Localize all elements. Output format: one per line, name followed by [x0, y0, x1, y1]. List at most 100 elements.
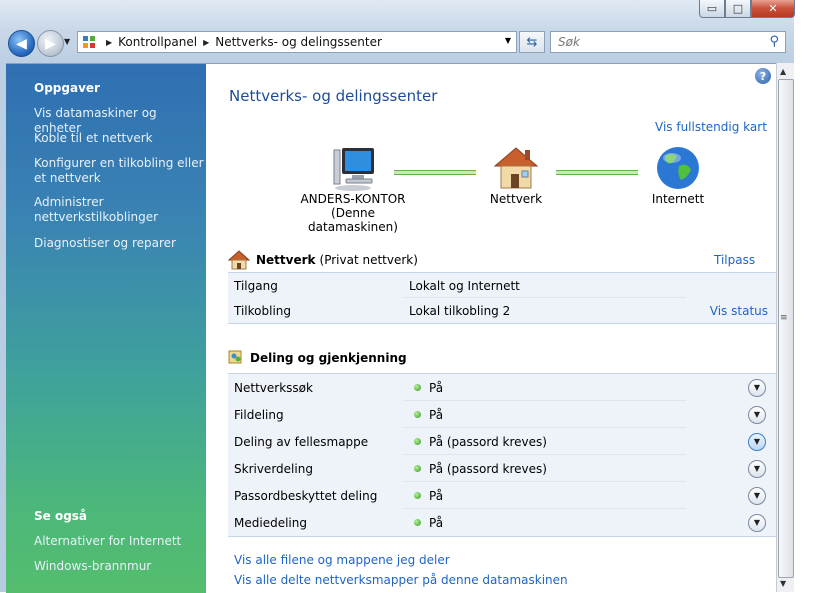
network-house-icon [228, 250, 250, 270]
network-row-access: Tilgang Lokalt og Internett [228, 273, 776, 298]
sharing-section-header: Deling og gjenkjenning [228, 350, 407, 366]
network-section-header: Nettverk (Privat nettverk) [228, 250, 418, 270]
chevron-down-icon: ▼ [753, 383, 761, 392]
expand-public-folder-sharing-button[interactable]: ▼ [748, 432, 766, 451]
recent-pages-dropdown[interactable]: ▼ [64, 37, 70, 46]
task-diagnose-repair[interactable]: Diagnostiser og reparer [34, 236, 204, 251]
main-pane: ? Nettverks- og delingssenter Vis fullst… [206, 64, 776, 593]
access-label: Tilgang [234, 278, 278, 293]
breadcrumb-separator-icon[interactable]: ▶ [203, 38, 209, 47]
status-on-icon [414, 438, 421, 445]
task-connect-network[interactable]: Koble til et nettverk [34, 131, 204, 146]
network-node-label: Nettverk [489, 192, 543, 206]
customize-link[interactable]: Tilpass [714, 253, 755, 267]
connection-label: Tilkobling [234, 303, 291, 318]
address-dropdown-icon[interactable]: ▼ [505, 36, 511, 45]
expand-network-discovery-button[interactable]: ▼ [748, 378, 766, 397]
task-setup-connection[interactable]: Konfigurer en tilkobling eller et nettve… [34, 156, 204, 186]
house-icon [493, 147, 539, 189]
sharing-row: Fildeling På ▼ [228, 401, 776, 428]
map-link-line [394, 170, 476, 175]
network-discovery-label: Nettverkssøk [234, 380, 313, 395]
printer-sharing-value: På (passord kreves) [429, 461, 547, 476]
see-also-heading: Se også [34, 509, 88, 523]
network-type: (Privat nettverk) [319, 253, 418, 267]
address-bar[interactable]: ▶ Kontrollpanel ▶ Nettverks- og delingss… [77, 31, 517, 53]
scroll-up-icon[interactable]: ▲ [780, 67, 786, 76]
see-also-internet-options[interactable]: Alternativer for Internett [34, 534, 204, 549]
view-my-shared-files-link[interactable]: Vis alle filene og mappene jeg deler [234, 553, 450, 567]
public-folder-sharing-label: Deling av fellesmappe [234, 434, 369, 449]
breadcrumb-network-center[interactable]: Nettverks- og delingssenter [215, 35, 382, 49]
sharing-row: Skriverdeling På (passord kreves) ▼ [228, 455, 776, 482]
scroll-down-icon[interactable]: ▼ [780, 579, 786, 588]
see-also-firewall[interactable]: Windows-brannmur [34, 559, 204, 574]
view-status-link[interactable]: Vis status [710, 304, 768, 318]
map-node-network[interactable]: Nettverk [478, 144, 554, 206]
search-icon[interactable]: ⚲ [769, 34, 779, 49]
map-node-computer[interactable]: ANDERS-KONTOR (Denne datamaskinen) [292, 146, 414, 234]
map-node-internet[interactable]: Internett [640, 144, 716, 206]
map-link-line [556, 170, 638, 175]
expand-password-protected-sharing-button[interactable]: ▼ [748, 486, 766, 505]
media-sharing-value: På [429, 515, 444, 530]
network-row-connection: Tilkobling Lokal tilkobling 2 Vis status [228, 298, 776, 323]
password-protected-sharing-value: På [429, 488, 444, 503]
globe-icon [657, 147, 699, 189]
maximize-button[interactable]: □ [725, 0, 751, 18]
network-name: Nettverk [256, 253, 316, 267]
password-protected-sharing-status: På [414, 489, 443, 503]
desktop-background [794, 0, 840, 592]
forward-arrow-icon: ▶ [45, 35, 56, 52]
media-sharing-status: På [414, 516, 443, 530]
control-panel-icon [82, 35, 96, 49]
vertical-scrollbar[interactable]: ▲ ≡ ▼ [776, 63, 794, 592]
file-sharing-value: På [429, 407, 444, 422]
view-shared-network-folders-link[interactable]: Vis alle delte nettverksmapper på denne … [234, 573, 568, 587]
minimize-button[interactable]: ▭ [699, 0, 725, 18]
public-folder-sharing-status: På (passord kreves) [414, 435, 547, 449]
expand-printer-sharing-button[interactable]: ▼ [748, 459, 766, 478]
password-protected-sharing-label: Passordbeskyttet deling [234, 488, 378, 503]
printer-sharing-label: Skriverdeling [234, 461, 313, 476]
sharing-row: Mediedeling På ▼ [228, 509, 776, 536]
breadcrumb-control-panel[interactable]: Kontrollpanel [118, 35, 197, 49]
forward-button[interactable]: ▶ [37, 30, 64, 57]
network-discovery-status: På [414, 381, 443, 395]
connection-value: Lokal tilkobling 2 [409, 303, 511, 318]
scrollbar-thumb[interactable] [778, 79, 794, 578]
chevron-down-icon: ▼ [753, 437, 761, 446]
help-icon[interactable]: ? [755, 68, 771, 84]
status-on-icon [414, 519, 421, 526]
breadcrumb-separator-icon[interactable]: ▶ [106, 38, 112, 47]
back-button[interactable]: ◀ [8, 30, 35, 57]
title-bar-buttons: ▭ □ ✕ [699, 0, 795, 18]
media-sharing-label: Mediedeling [234, 515, 307, 530]
expand-file-sharing-button[interactable]: ▼ [748, 405, 766, 424]
public-folder-sharing-value: På (passord kreves) [429, 434, 547, 449]
search-box[interactable]: ⚲ [550, 31, 786, 53]
expand-media-sharing-button[interactable]: ▼ [748, 513, 766, 532]
network-discovery-value: På [429, 380, 444, 395]
refresh-button[interactable]: ⇆ [519, 31, 545, 53]
status-on-icon [414, 492, 421, 499]
chevron-down-icon: ▼ [753, 491, 761, 500]
sharing-settings: Nettverkssøk På ▼ Fildeling På ▼ Deling … [228, 373, 776, 537]
sharing-title: Deling og gjenkjenning [250, 351, 407, 365]
scroll-grip-icon: ≡ [780, 313, 788, 323]
search-input[interactable] [556, 34, 760, 50]
computer-icon [333, 148, 374, 191]
computer-name: ANDERS-KONTOR [300, 192, 406, 206]
sharing-row: Nettverkssøk På ▼ [228, 374, 776, 401]
close-button[interactable]: ✕ [751, 0, 795, 18]
task-manage-connections[interactable]: Administrer nettverkstilkoblinger [34, 195, 204, 225]
access-value: Lokalt og Internett [409, 278, 520, 293]
status-on-icon [414, 411, 421, 418]
tasks-heading: Oppgaver [34, 81, 100, 95]
sharing-row: Passordbeskyttet deling På ▼ [228, 482, 776, 509]
network-details: Tilgang Lokalt og Internett Tilkobling L… [228, 272, 776, 324]
view-full-map-link[interactable]: Vis fullstendig kart [655, 120, 767, 134]
chevron-down-icon: ▼ [753, 518, 761, 527]
task-pane: Oppgaver Vis datamaskiner og enheter Kob… [6, 64, 206, 593]
sharing-icon [228, 350, 242, 364]
